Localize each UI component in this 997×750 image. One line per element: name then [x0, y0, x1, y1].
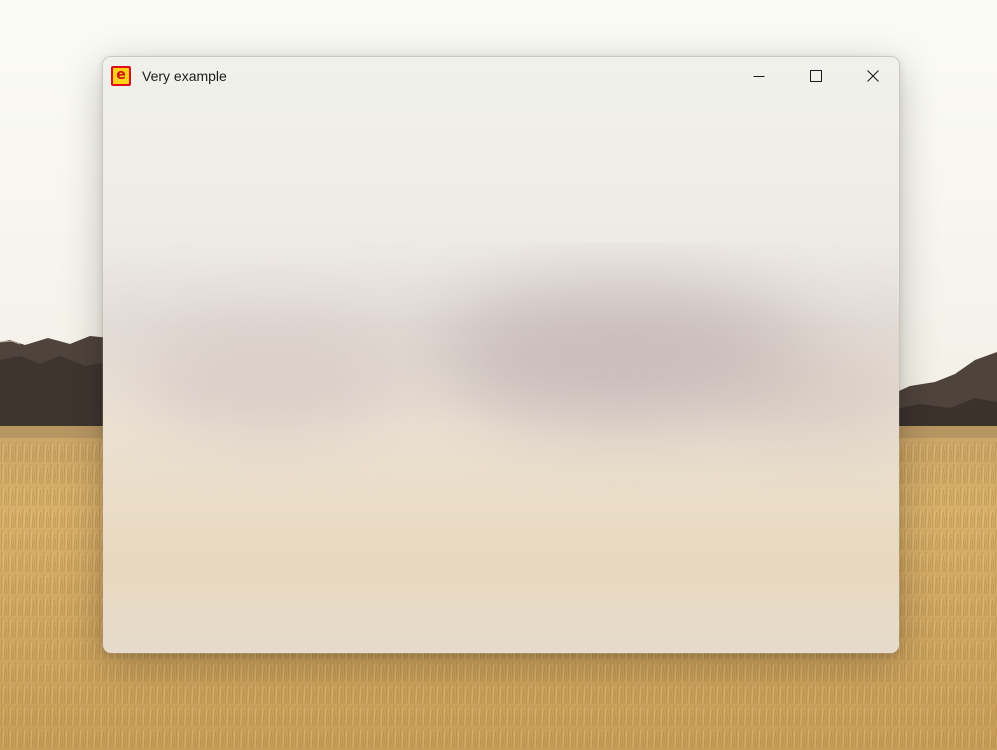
window-title: Very example: [142, 68, 227, 84]
title-bar[interactable]: e Very example: [103, 57, 899, 95]
maximize-icon: [809, 70, 822, 82]
app-window: e Very example: [102, 56, 900, 654]
app-icon-glyph: e: [116, 67, 126, 83]
minimize-icon: [753, 76, 764, 77]
close-button[interactable]: [844, 57, 899, 95]
minimize-button[interactable]: [730, 57, 787, 95]
maximize-button[interactable]: [787, 57, 844, 95]
window-mica-backdrop: [103, 57, 899, 653]
app-e-icon: e: [111, 66, 131, 86]
desktop: e Very example: [0, 0, 997, 750]
close-icon: [866, 70, 879, 82]
